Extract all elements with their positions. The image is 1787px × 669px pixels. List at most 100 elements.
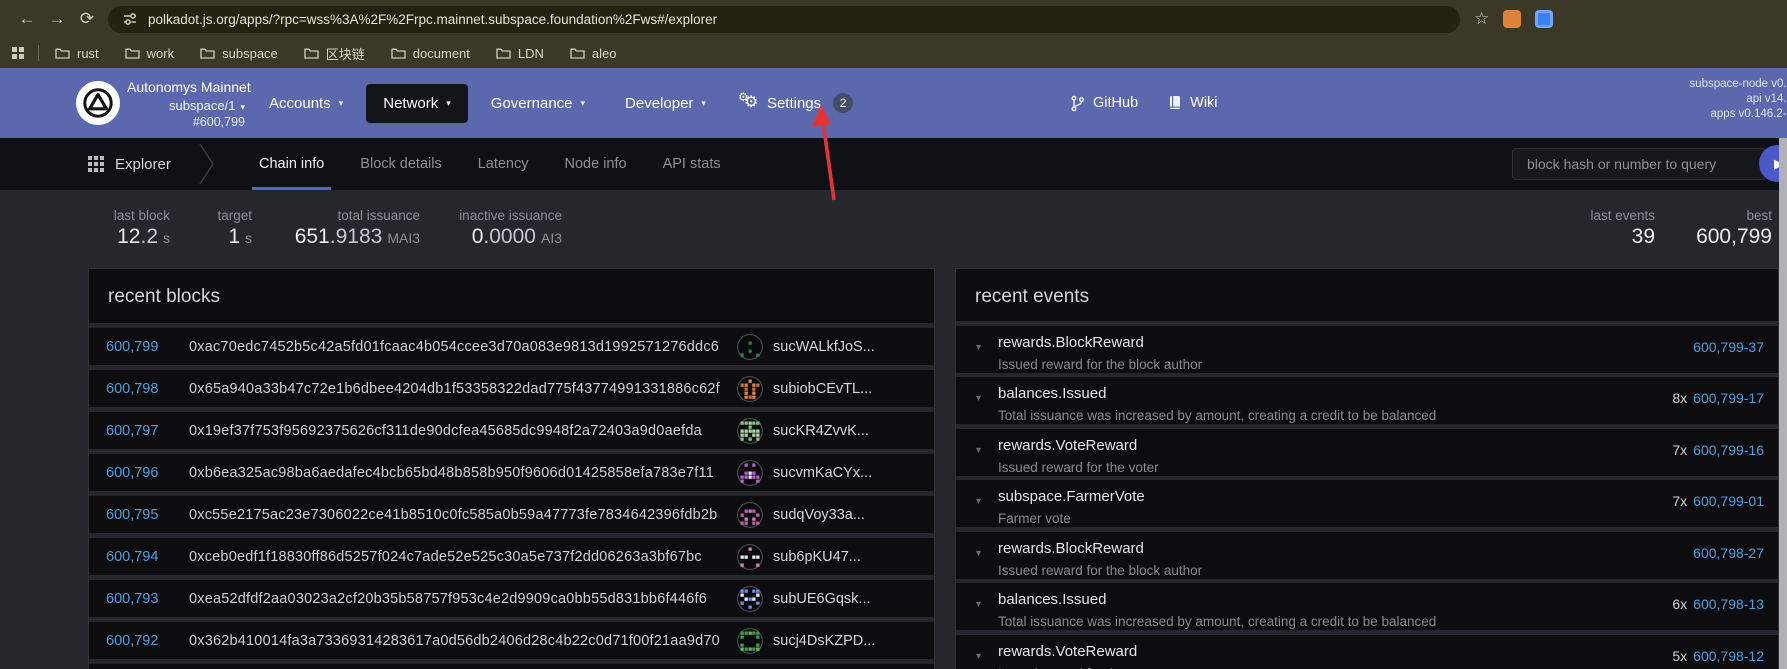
forward-icon[interactable]: → xyxy=(42,9,72,29)
tab-item[interactable]: API stats xyxy=(652,138,732,190)
site-settings-icon[interactable] xyxy=(122,11,138,27)
event-description: Issued reward for the voter xyxy=(998,459,1764,476)
block-number-link[interactable]: 600,798 xyxy=(89,381,189,397)
block-author[interactable]: subUE6Gqsk... xyxy=(737,586,934,612)
tab-label: Block details xyxy=(360,156,441,172)
event-count: 7x xyxy=(1672,493,1687,509)
settings-badge: 2 xyxy=(833,93,853,113)
bookmark-folder[interactable]: rust xyxy=(55,46,99,61)
bookmark-star-icon[interactable]: ☆ xyxy=(1474,9,1489,29)
tab-item[interactable]: Chain info xyxy=(248,138,335,190)
tab-item[interactable]: Block details xyxy=(349,138,452,190)
stat-label: target xyxy=(140,208,252,223)
stat-value: 39 xyxy=(1540,225,1655,249)
explorer-section[interactable]: Explorer xyxy=(88,138,171,190)
event-row: ▾ balances.Issued Total issuance was inc… xyxy=(956,583,1778,630)
back-icon[interactable]: ← xyxy=(12,9,42,29)
bookmark-folder[interactable]: work xyxy=(125,46,174,61)
expand-chevron-icon[interactable]: ▾ xyxy=(976,393,981,404)
event-block-link[interactable]: 600,799-16 xyxy=(1693,442,1764,458)
event-reference: 7x 600,799-01 xyxy=(1672,493,1764,509)
author-name: sucWALkfJoS... xyxy=(773,339,875,355)
grid-icon xyxy=(88,156,104,172)
settings-label: Settings xyxy=(767,95,821,112)
wiki-link[interactable]: Wiki xyxy=(1168,95,1217,111)
expand-chevron-icon[interactable]: ▾ xyxy=(976,599,981,610)
event-name: subspace.FarmerVote xyxy=(998,487,1764,506)
header-menu-item[interactable]: Developer ▾ xyxy=(608,84,723,123)
block-author[interactable]: subiobCEvTL... xyxy=(737,376,934,402)
browser-chrome: ← → ⟳ polkadot.js.org/apps/?rpc=wss%3A%2… xyxy=(0,0,1787,68)
expand-chevron-icon[interactable]: ▾ xyxy=(976,496,981,507)
external-links: GitHub Wiki xyxy=(1070,68,1218,138)
event-block-link[interactable]: 600,798-12 xyxy=(1693,648,1764,664)
author-name: sucKR4ZvvK... xyxy=(773,423,869,439)
event-block-link[interactable]: 600,798-27 xyxy=(1693,545,1764,561)
events-table: ▾ rewards.BlockReward Issued reward for … xyxy=(956,326,1778,669)
block-number-link[interactable]: 600,797 xyxy=(89,423,189,439)
network-meta[interactable]: Autonomys Mainnet subspace/1▾ #600,799 xyxy=(127,79,245,129)
block-author[interactable]: sucvmKaCYx... xyxy=(737,460,934,486)
event-name: balances.Issued xyxy=(998,590,1764,609)
extension-icon-orange[interactable] xyxy=(1503,10,1521,28)
expand-chevron-icon[interactable]: ▾ xyxy=(976,445,981,456)
stat-card: inactive issuance 0.0000AI3 xyxy=(400,208,562,249)
explorer-tabbar: Explorer Chain info Block details Latenc… xyxy=(0,138,1787,190)
apps-grid-icon[interactable] xyxy=(12,47,24,59)
blocks-table: 600,799 0xac70edc7452b5c42a5fd01fcaac4b0… xyxy=(89,328,934,659)
url-bar[interactable]: polkadot.js.org/apps/?rpc=wss%3A%2F%2Frp… xyxy=(108,6,1460,33)
event-block-link[interactable]: 600,798-13 xyxy=(1693,596,1764,612)
bookmark-folder[interactable]: LDN xyxy=(496,46,544,61)
stat-card: total issuance 651.9183MAI3 xyxy=(250,208,420,249)
menu-label: Governance xyxy=(491,95,573,112)
tab-item[interactable]: Latency xyxy=(467,138,540,190)
block-author[interactable]: sudqVoy33a... xyxy=(737,502,934,528)
header-menu-item[interactable]: Network ▾ xyxy=(366,84,468,123)
block-search-input[interactable] xyxy=(1512,148,1766,180)
tab-divider xyxy=(198,142,216,186)
block-author[interactable]: sucWALkfJoS... xyxy=(737,334,934,360)
page-scrollbar[interactable] xyxy=(1779,138,1787,669)
expand-chevron-icon[interactable]: ▾ xyxy=(976,548,981,559)
block-author[interactable]: sucj4DsKZPD... xyxy=(737,628,934,654)
bookmark-label: work xyxy=(147,46,174,61)
event-block-link[interactable]: 600,799-01 xyxy=(1693,493,1764,509)
block-number-link[interactable]: 600,794 xyxy=(89,549,189,565)
bookmark-label: rust xyxy=(77,46,99,61)
block-number-link[interactable]: 600,796 xyxy=(89,465,189,481)
recent-blocks-title: recent blocks xyxy=(89,269,934,323)
expand-chevron-icon[interactable]: ▾ xyxy=(976,651,981,662)
header-menu-item[interactable]: Governance ▾ xyxy=(474,84,602,123)
block-author[interactable]: sub6pKU47... xyxy=(737,544,934,570)
block-number-link[interactable]: 600,795 xyxy=(89,507,189,523)
bookmark-folder[interactable]: aleo xyxy=(570,46,617,61)
extension-icon-blue[interactable] xyxy=(1535,10,1553,28)
folder-icon xyxy=(496,47,511,59)
github-link[interactable]: GitHub xyxy=(1070,95,1138,112)
reload-icon[interactable]: ⟳ xyxy=(72,9,102,29)
event-reference: 5x600,798-12 xyxy=(1672,648,1764,664)
bookmark-folder[interactable]: document xyxy=(391,46,470,61)
chevron-down-icon: ▾ xyxy=(581,98,586,109)
author-name: sucvmKaCYx... xyxy=(773,465,872,481)
menu-list: Accounts ▾ Network ▾ Governance ▾ Develo… xyxy=(252,84,729,123)
header-menu-item[interactable]: Accounts ▾ xyxy=(252,84,360,123)
block-number-link[interactable]: 600,793 xyxy=(89,591,189,607)
event-row: ▾ rewards.VoteReward Issued reward for t… xyxy=(956,635,1778,669)
bookmark-folder[interactable]: subspace xyxy=(200,46,278,61)
event-block-link[interactable]: 600,799-17 xyxy=(1693,390,1764,406)
block-number-link[interactable]: 600,799 xyxy=(89,339,189,355)
event-block-link[interactable]: 600,799-37 xyxy=(1693,339,1764,355)
bookmark-folder[interactable]: 区块链 xyxy=(304,44,365,63)
bookmark-list: rust work subspace 区块链 xyxy=(55,44,642,63)
bookmark-label: LDN xyxy=(518,46,544,61)
version-line: apps v0.146.2-1 xyxy=(1689,107,1787,122)
stat-label: best xyxy=(1650,208,1772,223)
expand-chevron-icon[interactable]: ▾ xyxy=(976,342,981,353)
block-number-link[interactable]: 600,792 xyxy=(89,633,189,649)
block-author[interactable]: sucKR4ZvvK... xyxy=(737,418,934,444)
tab-item[interactable]: Node info xyxy=(554,138,638,190)
block-hash: 0xb6ea325ac98ba6aedafec4bcb65bd48b858b95… xyxy=(189,465,714,481)
settings-menu-item[interactable]: ⚙⚙ Settings 2 xyxy=(729,82,863,124)
autonomys-logo[interactable] xyxy=(76,81,120,125)
